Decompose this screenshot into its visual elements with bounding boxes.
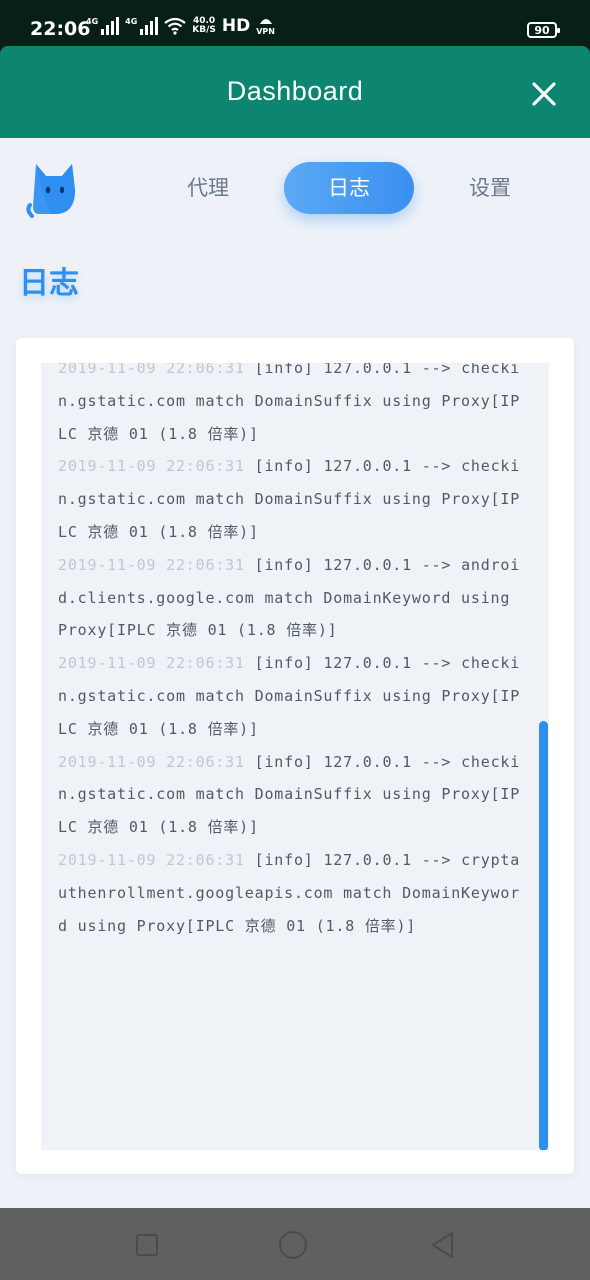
log-list[interactable]: 2019-11-09 22:06:31 [info] 127.0.0.1 -->… <box>41 363 549 1150</box>
status-time: 22:06 <box>30 18 91 40</box>
log-time: 2019-11-09 22:06:31 <box>58 752 245 771</box>
log-card: 2019-11-09 22:06:31 [info] 127.0.0.1 -->… <box>16 338 574 1174</box>
vpn-icon: VPN <box>256 16 275 36</box>
system-nav-bar <box>0 1208 590 1280</box>
tab-logs[interactable]: 日志 <box>284 162 414 214</box>
page-title: 日志 <box>19 266 79 301</box>
cat-logo-icon <box>26 164 75 218</box>
log-entry: 2019-11-09 22:06:31 [info] 127.0.0.1 -->… <box>58 363 528 450</box>
log-entry: 2019-11-09 22:06:31 [info] 127.0.0.1 -->… <box>58 746 528 844</box>
log-entries: 2019-11-09 22:06:31 [info] 127.0.0.1 -->… <box>58 363 528 942</box>
hd-indicator: HD <box>221 16 251 36</box>
log-time: 2019-11-09 22:06:31 <box>58 457 245 476</box>
log-time: 2019-11-09 22:06:31 <box>58 363 245 377</box>
triangle-icon[interactable] <box>428 1230 458 1260</box>
log-scrollbar[interactable] <box>539 721 548 1150</box>
close-icon[interactable] <box>526 76 562 112</box>
battery-icon: 90 <box>527 22 560 38</box>
signal-icon: 4G <box>125 17 159 35</box>
log-time: 2019-11-09 22:06:31 <box>58 850 245 869</box>
network-speed: 40.0 KB/S <box>192 16 216 35</box>
header-title: Dashboard <box>226 76 364 106</box>
circle-icon[interactable] <box>278 1230 308 1260</box>
log-entry: 2019-11-09 22:06:31 [info] 127.0.0.1 -->… <box>58 647 528 745</box>
log-entry: 2019-11-09 22:06:31 [info] 127.0.0.1 -->… <box>58 549 528 647</box>
square-icon[interactable] <box>132 1230 162 1260</box>
signal-icon: 4G <box>86 17 120 35</box>
wifi-icon <box>164 17 186 35</box>
dashboard-header: Dashboard <box>0 46 590 138</box>
log-entry: 2019-11-09 22:06:31 [info] 127.0.0.1 -->… <box>58 844 528 942</box>
tab-settings[interactable]: 设置 <box>425 162 555 214</box>
main-content: 代理 日志 设置 日志 2019-11-09 22:06:31 [info] 1… <box>0 138 590 1208</box>
battery-level: 90 <box>534 23 550 37</box>
log-time: 2019-11-09 22:06:31 <box>58 654 245 673</box>
log-time: 2019-11-09 22:06:31 <box>58 555 245 574</box>
log-entry: 2019-11-09 22:06:31 [info] 127.0.0.1 -->… <box>58 450 528 548</box>
tab-proxy[interactable]: 代理 <box>143 162 273 214</box>
status-icons: 4G 4G 40.0 KB/S HD VPN <box>86 16 275 36</box>
